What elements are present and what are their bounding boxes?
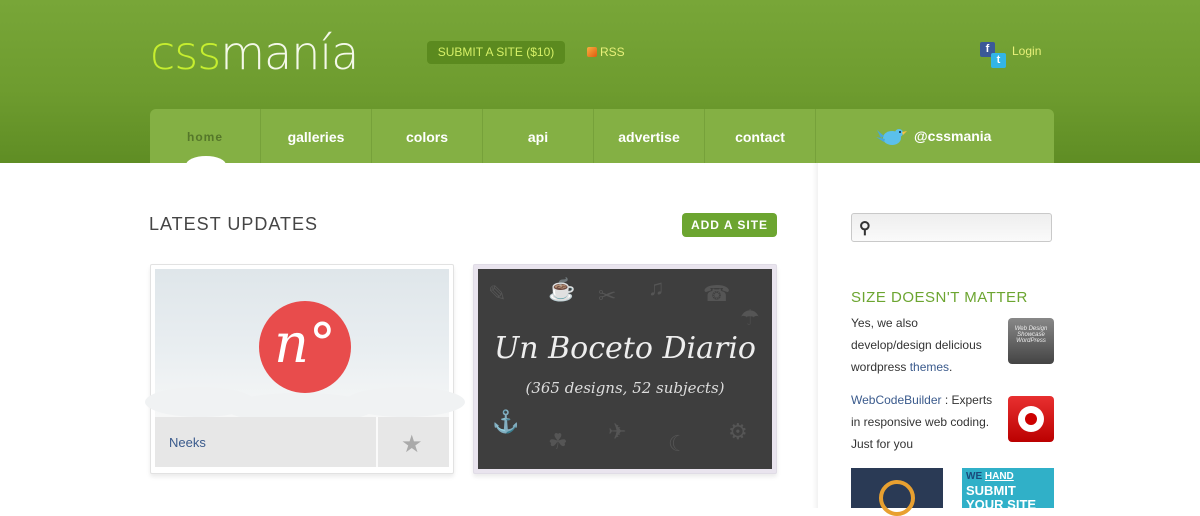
doodle-icon: ✈: [608, 419, 627, 444]
sidebar-shadow: [812, 163, 818, 508]
latest-updates-heading: LATEST UPDATES: [149, 214, 319, 234]
boceto-title: Un Boceto Diario: [494, 331, 756, 366]
themes-link[interactable]: themes: [910, 360, 949, 374]
promo-wordpress-text: Yes, we also develop/design delicious wo…: [851, 312, 996, 378]
ad-we: WE: [966, 471, 983, 482]
doodle-icon: ☾: [668, 431, 688, 456]
sidebar-ad-submit[interactable]: WE HAND SUBMIT YOUR SITE: [962, 468, 1054, 512]
cloud-shape: [345, 387, 465, 417]
gallery-card-neeks[interactable]: n° Neeks ★: [145, 264, 465, 474]
webcodebuilder-gear-icon[interactable]: [1008, 396, 1054, 442]
doodle-icon: ☕: [548, 277, 576, 302]
neeks-logo: n°: [259, 301, 351, 393]
submit-site-button[interactable]: SUBMIT A SITE ($10): [427, 41, 565, 64]
twitter-bird-icon: [876, 129, 907, 145]
footer-divider: [376, 417, 378, 467]
twitter-follow-link[interactable]: @cssmania: [876, 124, 991, 148]
twitter-icon[interactable]: t: [991, 53, 1006, 68]
promo-webcodebuilder-text: WebCodeBuilder : Experts in responsive w…: [851, 389, 996, 455]
twitter-handle: @cssmania: [914, 128, 992, 144]
site-header: cssmanía SUBMIT A SITE ($10) RSS f t Log…: [0, 0, 1200, 174]
promo-wordpress-end: .: [949, 360, 953, 374]
nav-item-colors[interactable]: colors: [372, 109, 483, 163]
doodle-icon: ☂: [740, 305, 760, 330]
wordpress-showcase-badge[interactable]: Web Design Showcase WordPress: [1008, 318, 1054, 364]
card-site-name[interactable]: Neeks: [169, 435, 206, 450]
search-input[interactable]: ⚲: [851, 213, 1052, 242]
sidebar-heading: SIZE DOESN'T MATTER: [851, 289, 1028, 306]
ad-ring-graphic: [879, 480, 915, 516]
main-nav: home galleries colors api advertise cont…: [150, 109, 1054, 174]
ad-we-hand: WE HAND: [966, 470, 1054, 484]
boceto-thumbnail[interactable]: ✎ ☕ ✂ ♫ ☎ ☂ ⚓ ☘ ✈ ☾ ⚙ Un Boceto Diario (…: [478, 269, 772, 469]
gallery-card-boceto[interactable]: ✎ ☕ ✂ ♫ ☎ ☂ ⚓ ☘ ✈ ☾ ⚙ Un Boceto Diario (…: [473, 264, 777, 474]
doodle-icon: ⚙: [728, 419, 748, 444]
social-icons: f t: [980, 42, 1008, 70]
nav-item-home[interactable]: home: [150, 109, 261, 163]
webcodebuilder-link[interactable]: WebCodeBuilder: [851, 393, 942, 407]
ad-line1: SUBMIT: [966, 483, 1016, 498]
doodle-icon: ✎: [488, 281, 507, 306]
rss-link[interactable]: RSS: [587, 45, 625, 59]
neeks-thumbnail[interactable]: n°: [145, 269, 465, 423]
rss-label: RSS: [600, 45, 625, 59]
login-link[interactable]: Login: [1012, 44, 1041, 58]
doodle-icon: ☘: [548, 429, 568, 454]
doodle-icon: ✂: [598, 283, 617, 308]
star-icon[interactable]: ★: [401, 430, 423, 459]
add-site-button[interactable]: ADD A SITE: [682, 213, 777, 237]
card-footer: Neeks ★: [155, 417, 449, 467]
nav-item-advertise[interactable]: advertise: [594, 109, 705, 163]
doodle-icon: ☎: [703, 281, 731, 306]
badge-text: Web Design Showcase WordPress: [1014, 326, 1048, 344]
rss-icon: [587, 47, 597, 57]
search-icon: ⚲: [859, 220, 871, 237]
logo-part-mania: manía: [220, 26, 359, 80]
nav-item-api[interactable]: api: [483, 109, 594, 163]
sidebar-ad-1[interactable]: [851, 468, 943, 516]
boceto-subtitle: (365 designs, 52 subjects): [525, 379, 725, 397]
logo-part-css: css: [150, 26, 221, 80]
gear-inner: [1025, 413, 1037, 425]
home-active-indicator: [186, 156, 226, 174]
doodle-icon: ⚓: [492, 409, 520, 434]
ad-line2: YOUR SITE: [966, 497, 1037, 512]
site-logo[interactable]: cssmanía: [150, 26, 359, 80]
nav-item-contact[interactable]: contact: [705, 109, 816, 163]
nav-item-galleries[interactable]: galleries: [261, 109, 372, 163]
doodle-icon: ♫: [648, 275, 665, 300]
ad-hand: HAND: [984, 471, 1014, 482]
